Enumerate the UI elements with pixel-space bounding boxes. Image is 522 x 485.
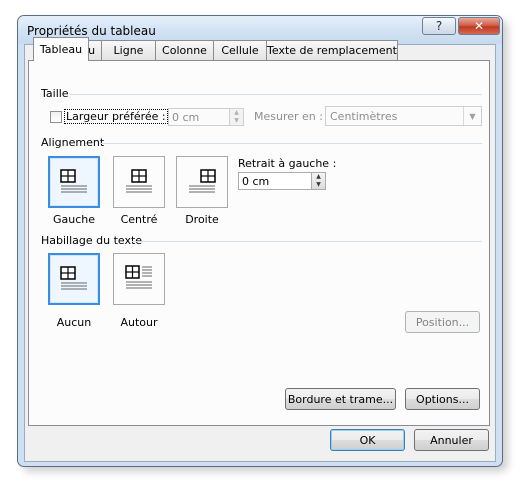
help-icon: ? [435, 19, 443, 33]
preferred-width-label: Largeur préférée : [64, 109, 168, 124]
wrap-none-option[interactable] [48, 253, 100, 305]
wrap-none-caption: Aucun [56, 316, 92, 329]
measure-in-label: Mesurer en : [254, 110, 323, 123]
tab-label: Tableau [39, 43, 83, 56]
indent-left-spinner[interactable]: ▲ ▼ [311, 172, 326, 190]
borders-button-label: Bordure et trame... [287, 392, 394, 406]
tab-ligne[interactable]: Ligne [101, 40, 156, 60]
tab-cellule[interactable]: Cellule [213, 40, 267, 60]
wrapping-group-divider [132, 241, 482, 242]
spin-down-icon: ▼ [316, 181, 321, 188]
preferred-width-checkbox[interactable] [50, 111, 62, 123]
position-button[interactable]: Position... [405, 311, 480, 333]
align-right-option[interactable] [176, 156, 228, 208]
tab-label: Cellule [221, 44, 259, 57]
align-center-option[interactable] [113, 156, 165, 208]
close-button[interactable]: ✕ [458, 17, 500, 35]
tab-texte-de-remplacement[interactable]: Texte de remplacement [266, 40, 398, 60]
options-button[interactable]: Options... [405, 388, 480, 410]
position-button-label: Position... [415, 315, 470, 329]
preferred-width-input[interactable]: 0 cm [168, 108, 230, 126]
tab-label: Colonne [162, 44, 207, 57]
table-align-right-icon [189, 169, 216, 193]
measure-in-select[interactable]: Centimètres ▼ [325, 106, 482, 126]
cancel-button[interactable]: Annuler [414, 429, 489, 451]
spin-up-icon: ▲ [316, 173, 321, 180]
measure-in-value: Centimètres [330, 110, 398, 123]
tab-tableau-active[interactable]: Tableau [33, 37, 89, 61]
align-left-option[interactable] [48, 156, 100, 208]
size-group-divider [70, 94, 482, 95]
spin-up-icon: ▲ [234, 109, 239, 116]
align-center-caption: Centré [120, 213, 158, 226]
help-button[interactable]: ? [422, 17, 456, 35]
table-align-left-icon [60, 169, 87, 193]
table-align-center-icon [126, 169, 152, 193]
indent-left-label: Retrait à gauche : [238, 157, 337, 170]
spin-down-icon: ▼ [234, 117, 239, 124]
size-group-label: Taille [41, 87, 69, 100]
tab-label: Texte de remplacement [267, 44, 397, 57]
chevron-down-icon: ▼ [463, 107, 481, 125]
alignment-group-label: Alignement [41, 136, 105, 149]
alignment-group-divider [100, 143, 482, 144]
borders-and-shading-button[interactable]: Bordure et trame... [285, 388, 396, 410]
cancel-button-label: Annuler [430, 433, 473, 447]
ok-button-label: OK [359, 433, 376, 447]
align-left-caption: Gauche [52, 213, 96, 226]
wrap-around-option[interactable] [113, 253, 165, 305]
tab-colonne[interactable]: Colonne [155, 40, 214, 60]
options-button-label: Options... [416, 392, 469, 406]
wrapping-group-label: Habillage du texte [41, 234, 143, 247]
preferred-width-spinner[interactable]: ▲ ▼ [229, 108, 244, 126]
window-title: Propriétés du tableau [27, 24, 156, 38]
ok-button[interactable]: OK [330, 429, 405, 451]
table-wrap-none-icon [60, 266, 87, 290]
table-wrap-around-icon [125, 265, 152, 289]
wrap-around-caption: Autour [120, 316, 158, 329]
align-right-caption: Droite [185, 213, 219, 226]
close-icon: ✕ [473, 19, 485, 33]
indent-left-input[interactable]: 0 cm [238, 172, 312, 190]
tab-label: Ligne [113, 44, 144, 57]
